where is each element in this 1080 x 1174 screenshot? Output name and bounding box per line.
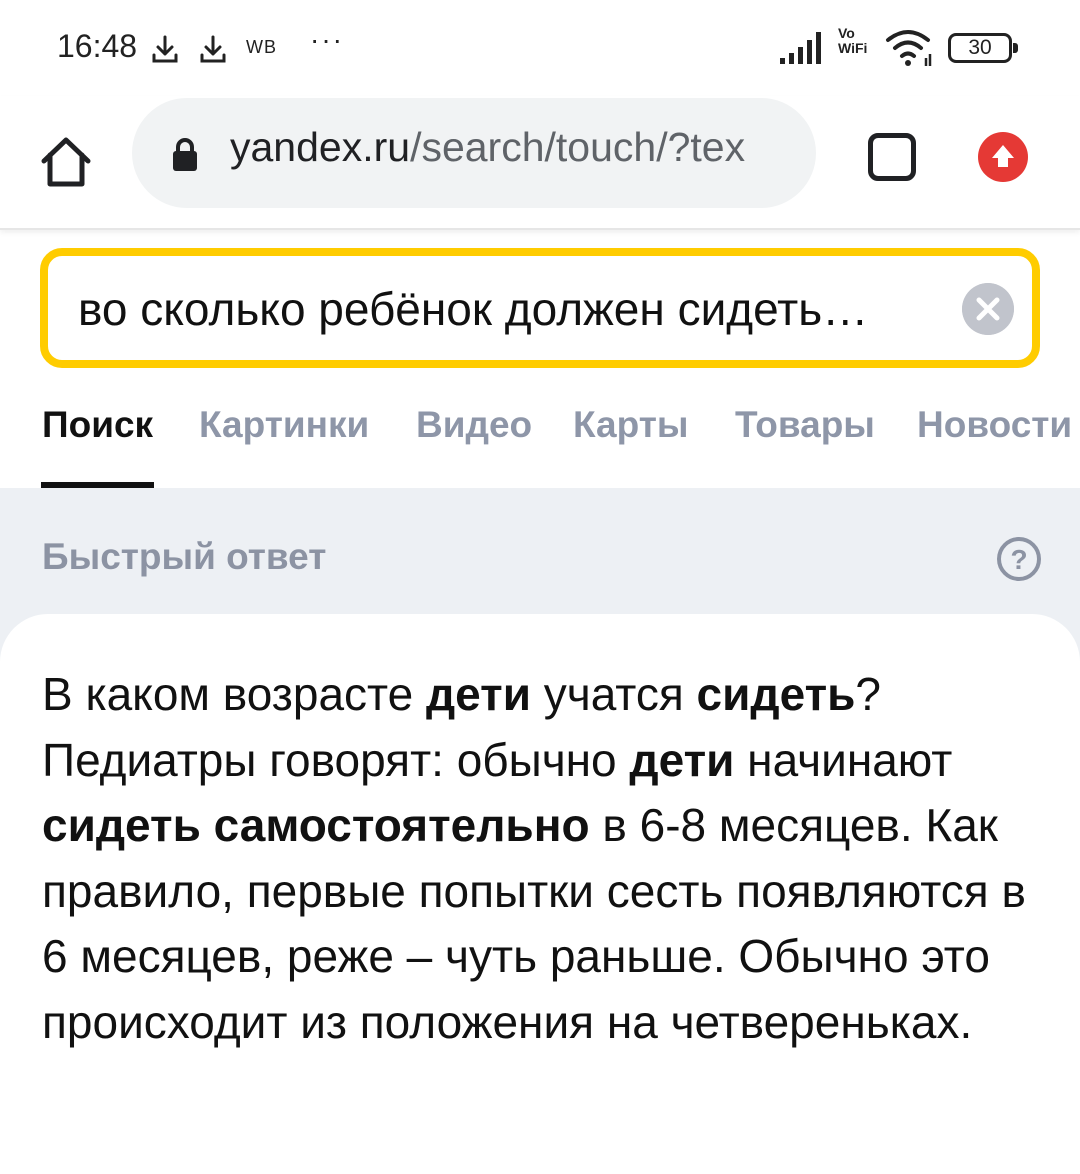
quick-answer-card: В каком возрасте дети учатся сидеть? Пед… xyxy=(0,614,1080,1174)
browser-toolbar: yandex.ru/search/touch/?tex xyxy=(0,96,1080,230)
download-icon xyxy=(200,35,226,63)
signal-icon xyxy=(780,32,821,64)
search-input[interactable]: во сколько ребёнок должен сидеть… xyxy=(78,282,948,336)
tab-products[interactable]: Товары xyxy=(735,404,875,446)
tab-video[interactable]: Видео xyxy=(416,404,532,446)
battery-level: 30 xyxy=(968,36,992,59)
status-time: 16:48 xyxy=(57,28,138,64)
wifi-icon xyxy=(886,30,932,66)
update-arrow-icon[interactable] xyxy=(976,130,1030,184)
wb-notification-icon: WB xyxy=(246,37,277,57)
battery-icon: 30 xyxy=(948,33,1018,63)
address-bar[interactable]: yandex.ru/search/touch/?tex xyxy=(132,98,816,208)
home-icon[interactable] xyxy=(38,134,94,190)
more-notifications-icon: ··· xyxy=(310,24,344,55)
tab-maps[interactable]: Карты xyxy=(573,404,688,446)
answer-highlight: дети xyxy=(425,668,531,720)
answer-segment: учатся xyxy=(530,668,697,720)
url-text[interactable]: yandex.ru/search/touch/?tex xyxy=(230,124,810,171)
answer-highlight: сидеть самостоятельно xyxy=(42,799,590,851)
search-box[interactable]: во сколько ребёнок должен сидеть… xyxy=(40,248,1040,368)
url-host: yandex.ru xyxy=(230,124,411,170)
help-symbol: ? xyxy=(1010,544,1027,575)
vowifi-label: Vo WiFi xyxy=(838,25,868,56)
download-icon xyxy=(152,35,178,63)
tab-search[interactable]: Поиск xyxy=(42,404,153,446)
tab-news[interactable]: Новости xyxy=(917,404,1072,446)
lock-icon xyxy=(173,138,197,171)
tab-images[interactable]: Картинки xyxy=(199,404,369,446)
url-path: /search/touch/?tex xyxy=(410,124,746,170)
vowifi-icon: Vo WiFi xyxy=(838,26,882,70)
quick-answer-title: Быстрый ответ xyxy=(42,536,327,577)
answer-highlight: сидеть xyxy=(696,668,856,720)
tab-switcher-icon[interactable] xyxy=(868,133,916,181)
clear-icon[interactable] xyxy=(962,283,1014,335)
answer-segment: начинают xyxy=(734,733,953,786)
help-icon[interactable]: ? xyxy=(996,536,1042,582)
search-tabs: Поиск Картинки Видео Карты Товары Новост… xyxy=(0,390,1080,488)
answer-segment: В каком возрасте xyxy=(42,668,426,720)
answer-text: В каком возрасте дети учатся сидеть? Пед… xyxy=(42,662,1042,1055)
status-bar: 16:48 WB ··· Vo WiFi 30 xyxy=(0,0,1080,96)
answer-highlight: дети xyxy=(629,733,735,786)
